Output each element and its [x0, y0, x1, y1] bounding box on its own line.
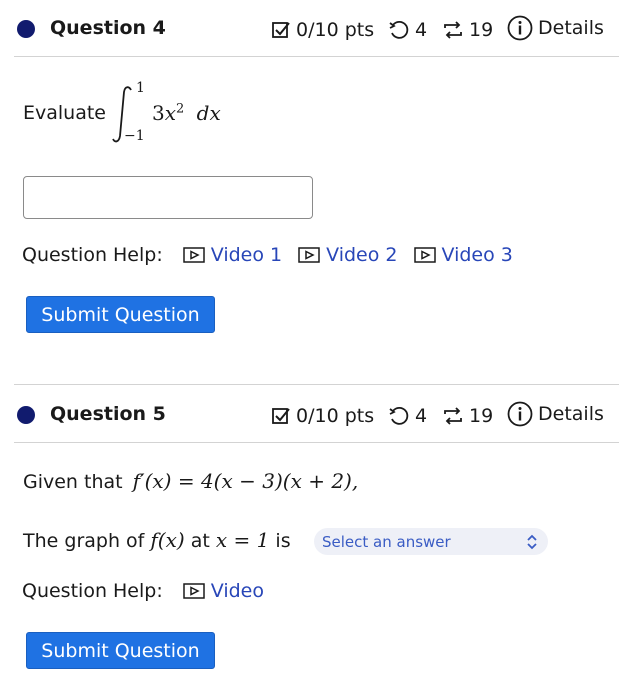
details-label: Details: [538, 403, 604, 425]
given-statement: Given that f′(x) = 4(x − 3)(x + 2),: [23, 469, 358, 493]
question-help: Question Help: Video: [22, 580, 264, 602]
help-label: Question Help:: [22, 244, 163, 266]
checkbox-icon: [272, 22, 290, 38]
points-text: 0/10 pts: [296, 405, 375, 427]
details-button[interactable]: Details: [507, 15, 604, 41]
details-button[interactable]: Details: [507, 401, 604, 427]
video-1-label: Video 1: [210, 244, 283, 266]
graph-x-value: x = 1: [215, 528, 270, 552]
retries-indicator: 4: [388, 19, 427, 41]
graph-function: f(x): [150, 528, 185, 552]
chevron-updown-icon: [527, 534, 537, 550]
video-link[interactable]: Video: [183, 580, 264, 602]
question-separator: [14, 384, 619, 385]
repeat-icon: [444, 21, 462, 39]
question-4-prompt: Evaluate: [23, 102, 106, 124]
question-status-dot: [17, 406, 35, 424]
video-3-label: Video 3: [441, 244, 513, 266]
points-indicator: 0/10 pts: [271, 405, 374, 427]
checkbox-icon: [272, 408, 290, 424]
points-indicator: 0/10 pts: [271, 19, 374, 41]
retries-indicator: 4: [388, 405, 427, 427]
submit-question-5-button[interactable]: Submit Question: [26, 632, 215, 669]
integrand-exponent: 2: [176, 101, 185, 117]
retries-count: 4: [415, 19, 428, 41]
answer-select[interactable]: Select an answer: [314, 528, 548, 555]
play-icon: [183, 583, 205, 599]
question-4-title: Question 4: [50, 17, 166, 39]
integrand: 3x2 dx: [152, 101, 221, 125]
integrand-differential: dx: [196, 101, 221, 125]
retries-count: 4: [415, 405, 428, 427]
retry-icon: [389, 20, 409, 39]
attempts-count: 19: [469, 19, 494, 41]
graph-prefix: The graph of: [23, 530, 145, 552]
prompt-text: Evaluate: [23, 102, 106, 124]
details-label: Details: [538, 17, 604, 39]
play-icon: [298, 247, 320, 263]
integrand-coefficient: 3: [152, 101, 165, 125]
play-icon: [413, 247, 436, 263]
given-prefix: Given that: [23, 471, 123, 493]
attempts-indicator: 19: [442, 19, 493, 41]
header-divider: [14, 442, 619, 443]
video-label: Video: [210, 580, 264, 602]
info-icon: [507, 15, 533, 41]
header-divider: [14, 56, 619, 57]
given-expression: f′(x) = 4(x − 3)(x + 2),: [132, 469, 359, 493]
video-2-label: Video 2: [326, 244, 398, 266]
submit-question-4-button[interactable]: Submit Question: [26, 296, 215, 333]
play-icon: [183, 247, 205, 263]
info-icon: [507, 401, 533, 427]
question-status-dot: [17, 20, 35, 38]
integral-lower-limit: −1: [124, 128, 145, 144]
answer-input[interactable]: [23, 176, 313, 219]
video-2-link[interactable]: Video 2: [298, 244, 398, 266]
graph-at: at: [190, 530, 210, 552]
select-placeholder: Select an answer: [322, 532, 451, 551]
graph-statement: The graph of f(x) at x = 1 is: [23, 528, 291, 552]
help-label: Question Help:: [22, 580, 163, 602]
integrand-variable: x: [164, 101, 177, 125]
question-4-block: Question 4 0/10 pts 4 19 Details Evaluat…: [0, 0, 623, 370]
question-4-header: Question 4 0/10 pts 4 19 Details: [0, 0, 623, 56]
points-text: 0/10 pts: [296, 19, 375, 41]
graph-is: is: [275, 530, 291, 552]
integral-upper-limit: 1: [136, 80, 145, 96]
video-1-link[interactable]: Video 1: [183, 244, 282, 266]
question-help: Question Help: Video 1 Video 2 Video 3: [22, 244, 513, 266]
attempts-count: 19: [469, 405, 494, 427]
video-3-link[interactable]: Video 3: [413, 244, 513, 266]
question-5-header: Question 5 0/10 pts 4 19 Details: [0, 386, 623, 442]
retry-icon: [389, 406, 409, 425]
question-5-title: Question 5: [50, 403, 166, 425]
question-5-block: Question 5 0/10 pts 4 19 Details Given t…: [0, 386, 623, 700]
repeat-icon: [444, 407, 462, 425]
attempts-indicator: 19: [442, 405, 493, 427]
